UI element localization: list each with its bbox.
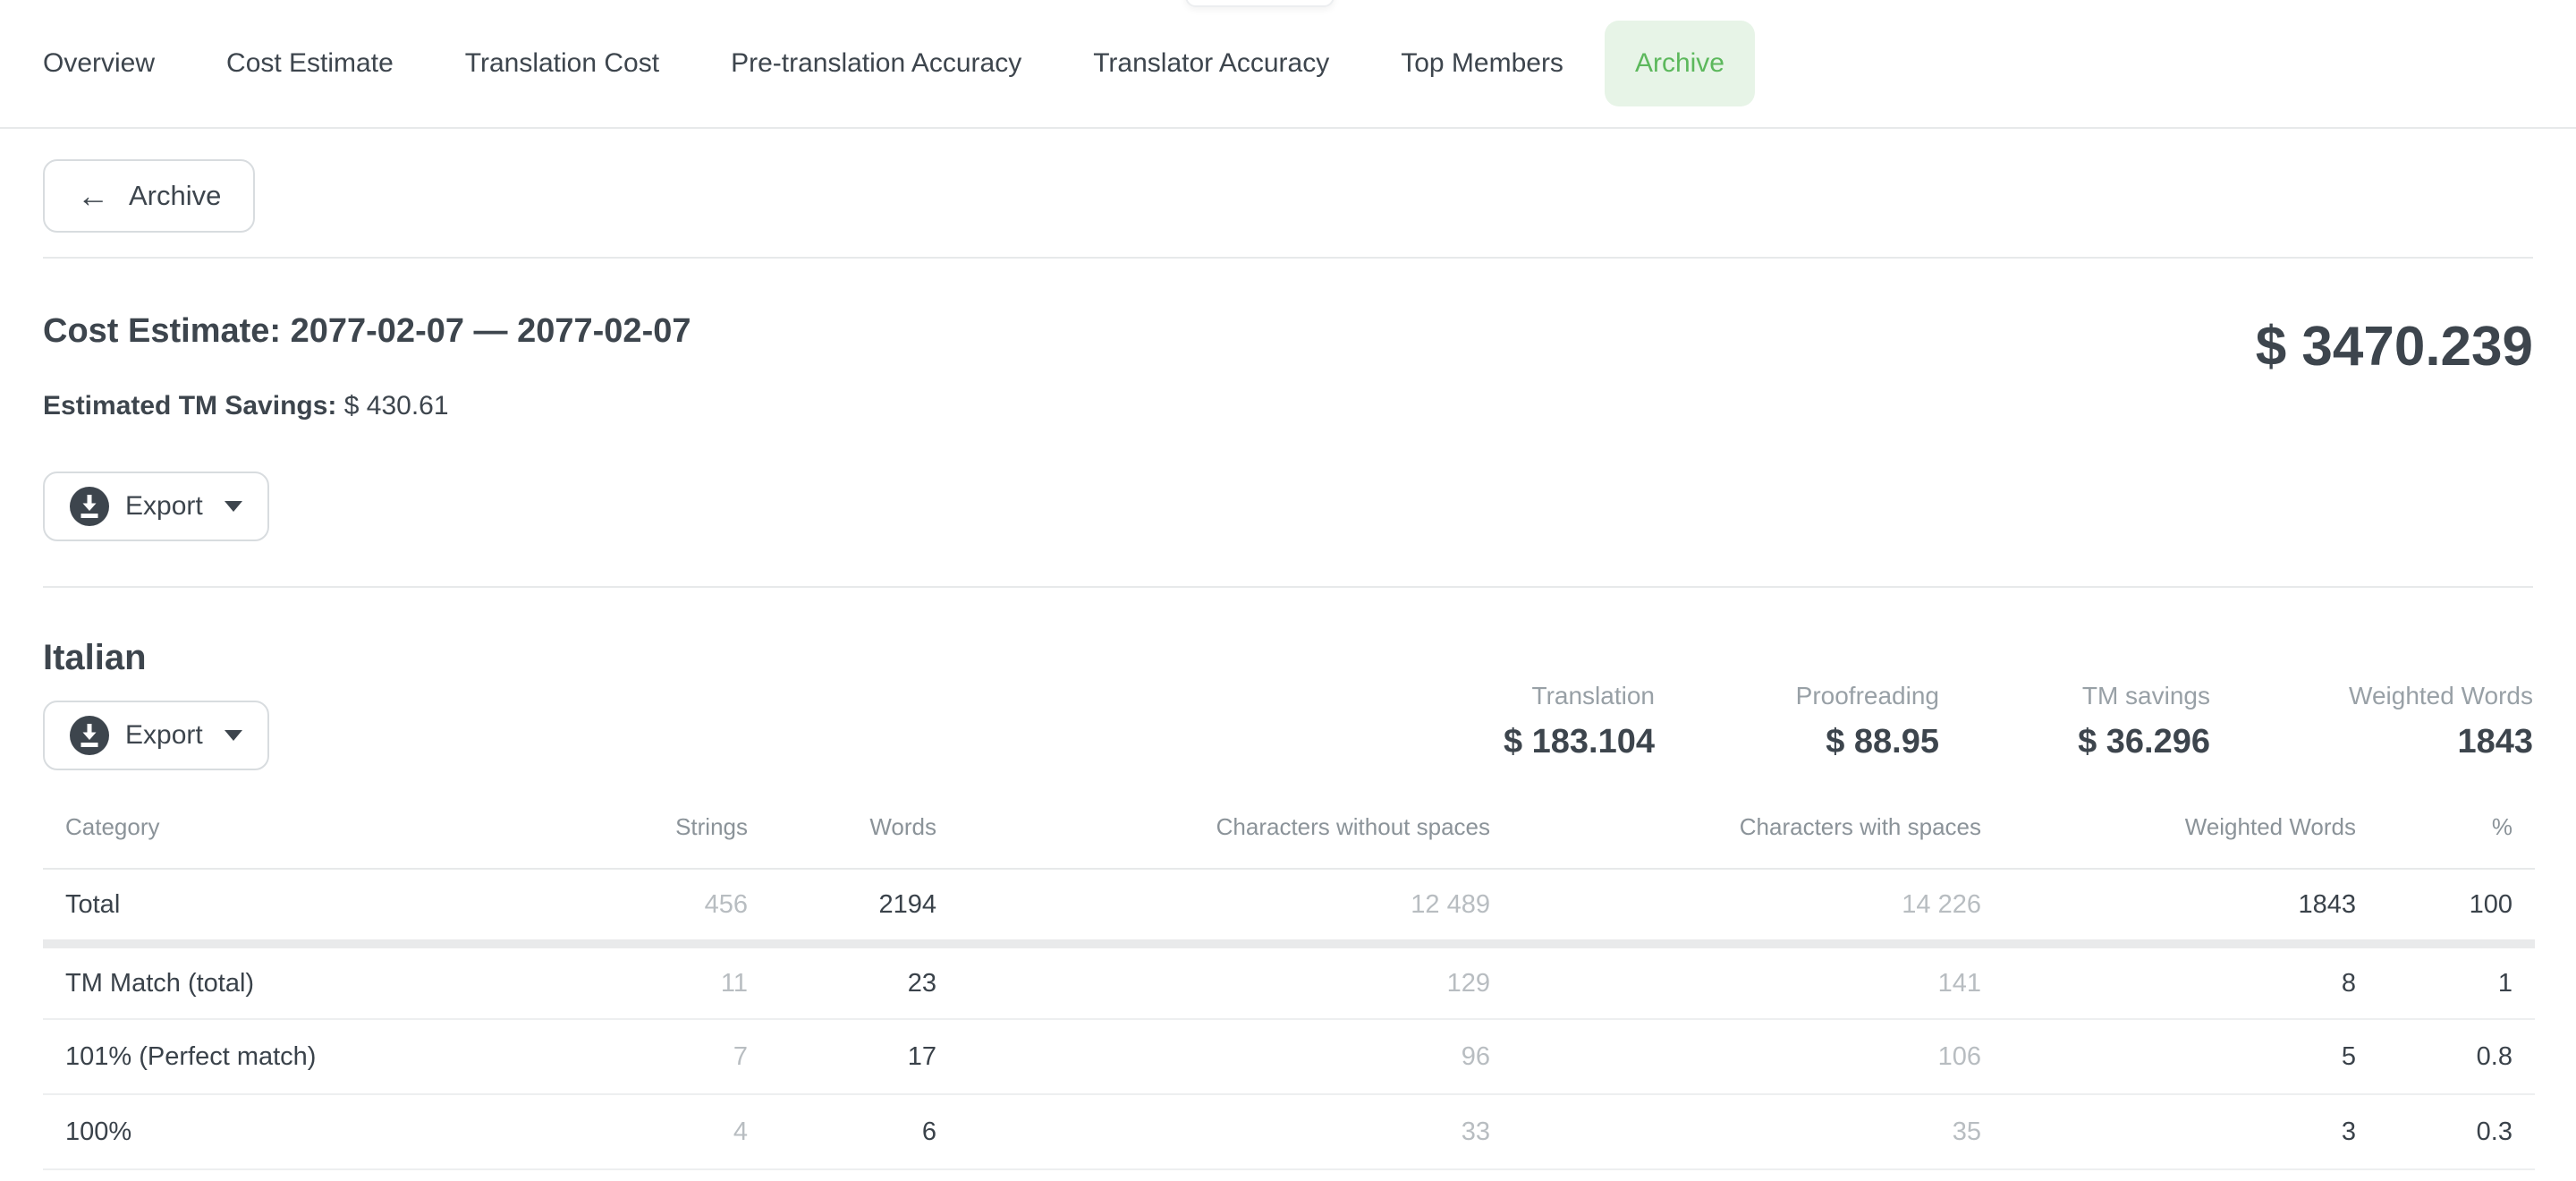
stat-value: $ 36.296 — [1939, 721, 2210, 762]
stat-proofreading: Proofreading $ 88.95 — [1655, 681, 1939, 762]
column-header-words: Words — [748, 770, 936, 869]
arrow-left-icon: ← — [77, 180, 109, 212]
value-cell: 4 — [501, 1094, 748, 1169]
stat-label: Weighted Words — [2210, 681, 2533, 711]
value-cell: 11 — [501, 944, 748, 1019]
value-cell: 33 — [936, 1094, 1490, 1169]
value-cell: 106 — [1490, 1019, 1981, 1094]
table-row-100: 100%46333530.3 — [43, 1094, 2535, 1169]
category-cell: TM Match (total) — [43, 944, 501, 1019]
table-header-row: CategoryStringsWordsCharacters without s… — [43, 770, 2535, 869]
tab-cost-estimate[interactable]: Cost Estimate — [196, 21, 424, 106]
value-cell: 17 — [748, 1019, 936, 1094]
tab-pre-translation-accuracy[interactable]: Pre-translation Accuracy — [700, 21, 1052, 106]
archive-back-button[interactable]: ← Archive — [43, 159, 255, 233]
value-cell: 12 489 — [936, 869, 1490, 944]
table-row-total: Total456219412 48914 2261843100 — [43, 869, 2535, 944]
value-cell: 7 — [501, 1019, 748, 1094]
column-header-category: Category — [43, 770, 501, 869]
export-button-label: Export — [125, 720, 203, 751]
value-cell: 0.8 — [2356, 1019, 2535, 1094]
download-icon — [70, 716, 109, 755]
value-cell: 141 — [1490, 944, 1981, 1019]
value-cell: 6 — [748, 1094, 936, 1169]
language-section-left: Italian Export — [43, 588, 269, 770]
category-cell: 101% (Perfect match) — [43, 1019, 501, 1094]
tab-top-members[interactable]: Top Members — [1370, 21, 1594, 106]
value-cell: 1843 — [1981, 869, 2356, 944]
value-cell: 0.3 — [2356, 1094, 2535, 1169]
export-button-label: Export — [125, 491, 203, 522]
value-cell: 2194 — [748, 869, 936, 944]
stat-tm-savings: TM savings $ 36.296 — [1939, 681, 2210, 762]
language-stats: Translation $ 183.104Proofreading $ 88.95T… — [1504, 681, 2533, 762]
value-cell: 96 — [936, 1019, 1490, 1094]
value-cell: 35 — [1490, 1094, 1981, 1169]
stat-value: $ 88.95 — [1655, 721, 1939, 762]
stat-translation: Translation $ 183.104 — [1504, 681, 1655, 762]
tm-savings-label: Estimated TM Savings: — [43, 391, 336, 421]
tab-translation-cost[interactable]: Translation Cost — [435, 21, 690, 106]
stat-label: Proofreading — [1655, 681, 1939, 711]
chevron-down-icon — [225, 501, 242, 512]
value-cell: 129 — [936, 944, 1490, 1019]
category-cell: Total — [43, 869, 501, 944]
value-cell: 5 — [1981, 1019, 2356, 1094]
download-icon — [70, 487, 109, 526]
column-header-characters-with-spaces: Characters with spaces — [1490, 770, 1981, 869]
value-cell: 100 — [2356, 869, 2535, 944]
cutoff-popover — [1185, 0, 1335, 7]
page-title: Cost Estimate: 2077-02-07 — 2077-02-07 — [43, 310, 691, 352]
value-cell: 456 — [501, 869, 748, 944]
value-cell: 3 — [1981, 1094, 2356, 1169]
stat-value: $ 183.104 — [1504, 721, 1655, 762]
category-cell: 100% — [43, 1094, 501, 1169]
column-header-characters-without-spaces: Characters without spaces — [936, 770, 1490, 869]
tab-translator-accuracy[interactable]: Translator Accuracy — [1063, 21, 1360, 106]
language-section: Italian Export Translation $ 183.104Proof… — [0, 588, 2576, 770]
value-cell: 23 — [748, 944, 936, 1019]
report-tabs: OverviewCost EstimateTranslation CostPre… — [0, 0, 2576, 129]
column-header-weighted-words: Weighted Words — [1981, 770, 2356, 869]
export-language-button[interactable]: Export — [43, 701, 269, 770]
report-header: Cost Estimate: 2077-02-07 — 2077-02-07 E… — [0, 259, 2576, 586]
value-cell: 1 — [2356, 944, 2535, 1019]
tab-archive[interactable]: Archive — [1605, 21, 1755, 106]
table-row-tm-match-total: TM Match (total)112312914181 — [43, 944, 2535, 1019]
cost-estimate-report-page: OverviewCost EstimateTranslation CostPre… — [0, 0, 2576, 1181]
chevron-down-icon — [225, 730, 242, 741]
export-report-button[interactable]: Export — [43, 472, 269, 541]
tm-savings-value: $ 430.61 — [344, 391, 449, 421]
stat-label: Translation — [1504, 681, 1655, 711]
report-header-left: Cost Estimate: 2077-02-07 — 2077-02-07 E… — [43, 259, 691, 586]
tab-overview[interactable]: Overview — [13, 21, 185, 106]
stat-value: 1843 — [2210, 721, 2533, 762]
value-cell: 14 226 — [1490, 869, 1981, 944]
table-row-101-perfect-match: 101% (Perfect match)7179610650.8 — [43, 1019, 2535, 1094]
column-header-strings: Strings — [501, 770, 748, 869]
stat-label: TM savings — [1939, 681, 2210, 711]
total-cost-value: $ 3470.239 — [2256, 316, 2533, 378]
language-title: Italian — [43, 636, 269, 679]
tm-savings-line: Estimated TM Savings: $ 430.61 — [43, 390, 691, 422]
stat-weighted-words: Weighted Words 1843 — [2210, 681, 2533, 762]
value-cell: 8 — [1981, 944, 2356, 1019]
category-table: CategoryStringsWordsCharacters without s… — [43, 770, 2535, 1170]
archive-back-label: Archive — [129, 180, 221, 212]
column-header-: % — [2356, 770, 2535, 869]
